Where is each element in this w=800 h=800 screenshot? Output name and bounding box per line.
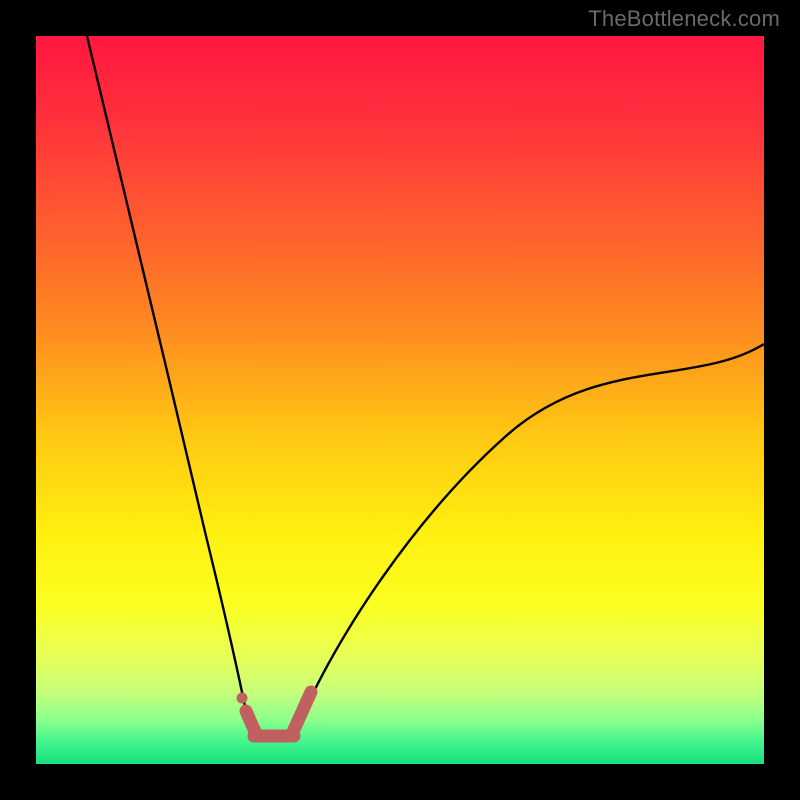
plot-svg (36, 36, 764, 764)
gradient-background (36, 36, 764, 764)
plot-area (36, 36, 764, 764)
left-shoulder-marker (246, 711, 256, 734)
watermark-text: TheBottleneck.com (588, 6, 780, 32)
chart-frame: TheBottleneck.com (0, 0, 800, 800)
left-marker-dot (237, 693, 248, 704)
